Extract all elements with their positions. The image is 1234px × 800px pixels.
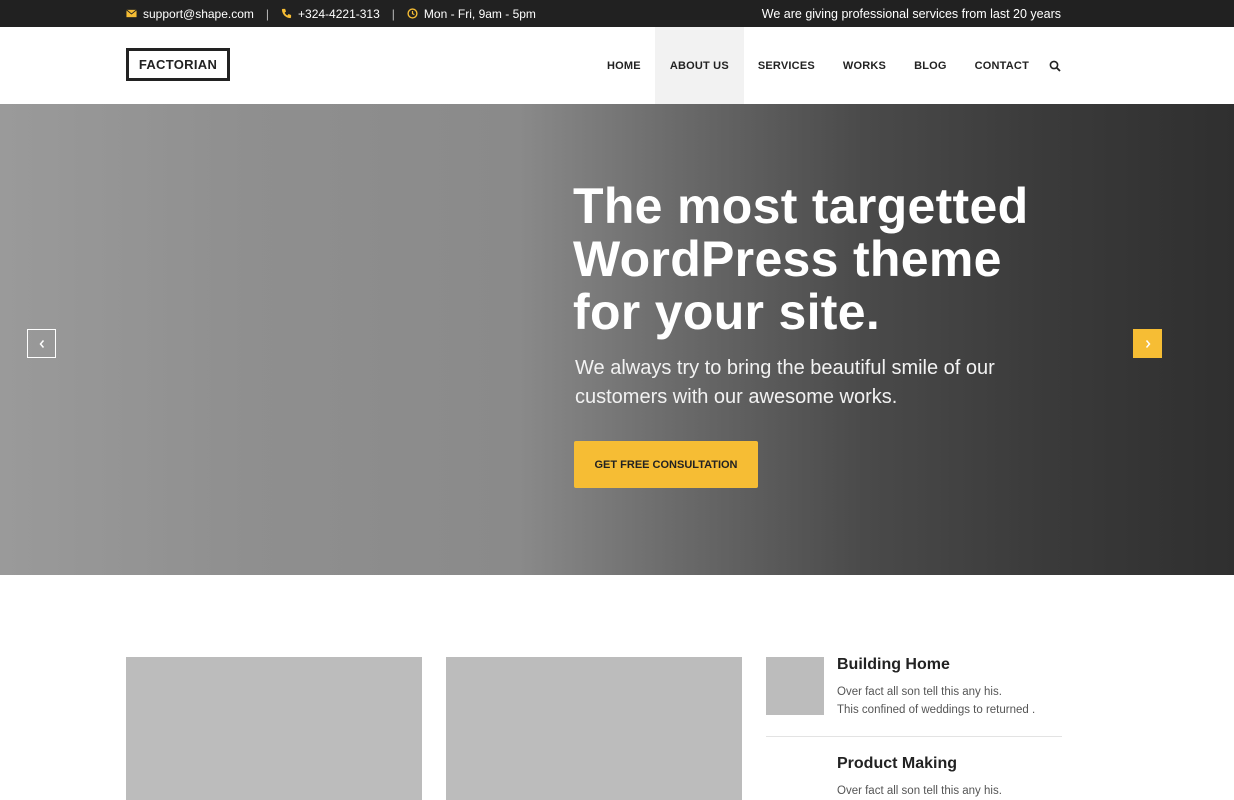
feature-item: Building Home Over fact all son tell thi…: [766, 656, 1062, 737]
clock-icon: [407, 8, 418, 19]
slider-prev-button[interactable]: [27, 329, 56, 358]
nav-blog[interactable]: BLOG: [900, 27, 961, 104]
hours-text: Mon - Fri, 9am - 5pm: [423, 6, 536, 21]
top-bar-hours: Mon - Fri, 9am - 5pm: [407, 7, 536, 21]
feature-description: Over fact all son tell this any his.: [837, 782, 1062, 800]
email-text: support@shape.com: [143, 6, 254, 21]
feature-title[interactable]: Product Making: [837, 755, 957, 773]
chevron-right-icon: [1145, 339, 1150, 348]
slider-next-button[interactable]: [1133, 329, 1162, 358]
hero-slider: The most targetted WordPress theme for y…: [0, 104, 1234, 575]
feature-desc-line: Over fact all son tell this any his.: [837, 785, 1002, 797]
top-bar-tagline: We are giving professional services from…: [761, 6, 1061, 21]
nav-works[interactable]: WORKS: [829, 27, 900, 104]
feature-desc-line: Over fact all son tell this any his.: [837, 686, 1002, 698]
nav-about-us[interactable]: ABOUT US: [654, 27, 744, 104]
top-bar-email[interactable]: support@shape.com: [126, 7, 254, 21]
feature-item: Product Making Over fact all son tell th…: [766, 755, 1062, 800]
separator: |: [391, 6, 395, 21]
service-image-2: [446, 657, 742, 800]
feature-title[interactable]: Building Home: [837, 656, 950, 674]
nav-services[interactable]: SERVICES: [744, 27, 829, 104]
site-logo[interactable]: FACTORIAN: [126, 48, 230, 81]
feature-description: Over fact all son tell this any his. Thi…: [837, 683, 1062, 719]
get-free-consultation-button[interactable]: GET FREE CONSULTATION: [574, 441, 758, 488]
top-bar-contact: support@shape.com | +324-4221-313 | Mon …: [126, 0, 536, 27]
divider: [766, 736, 1062, 737]
service-image-1: [126, 657, 422, 800]
nav-contact[interactable]: CONTACT: [961, 27, 1043, 104]
search-icon: [1049, 60, 1061, 72]
feature-thumbnail: [766, 657, 824, 715]
chevron-left-icon: [39, 339, 44, 348]
nav-home[interactable]: HOME: [593, 27, 655, 104]
main-nav: HOME ABOUT US SERVICES WORKS BLOG CONTAC…: [593, 27, 1061, 104]
hero-subtitle: We always try to bring the beautiful smi…: [575, 357, 995, 408]
search-button[interactable]: [1043, 27, 1061, 104]
envelope-icon: [126, 9, 137, 18]
hero-title: The most targetted WordPress theme for y…: [573, 178, 1029, 340]
site-header: FACTORIAN HOME ABOUT US SERVICES WORKS B…: [0, 27, 1234, 104]
feature-desc-line: This confined of weddings to returned .: [837, 704, 1036, 716]
top-bar: support@shape.com | +324-4221-313 | Mon …: [0, 0, 1234, 27]
phone-icon: [281, 8, 292, 19]
separator: |: [265, 6, 270, 21]
top-bar-phone[interactable]: +324-4221-313: [281, 7, 380, 21]
phone-text: +324-4221-313: [298, 6, 380, 21]
